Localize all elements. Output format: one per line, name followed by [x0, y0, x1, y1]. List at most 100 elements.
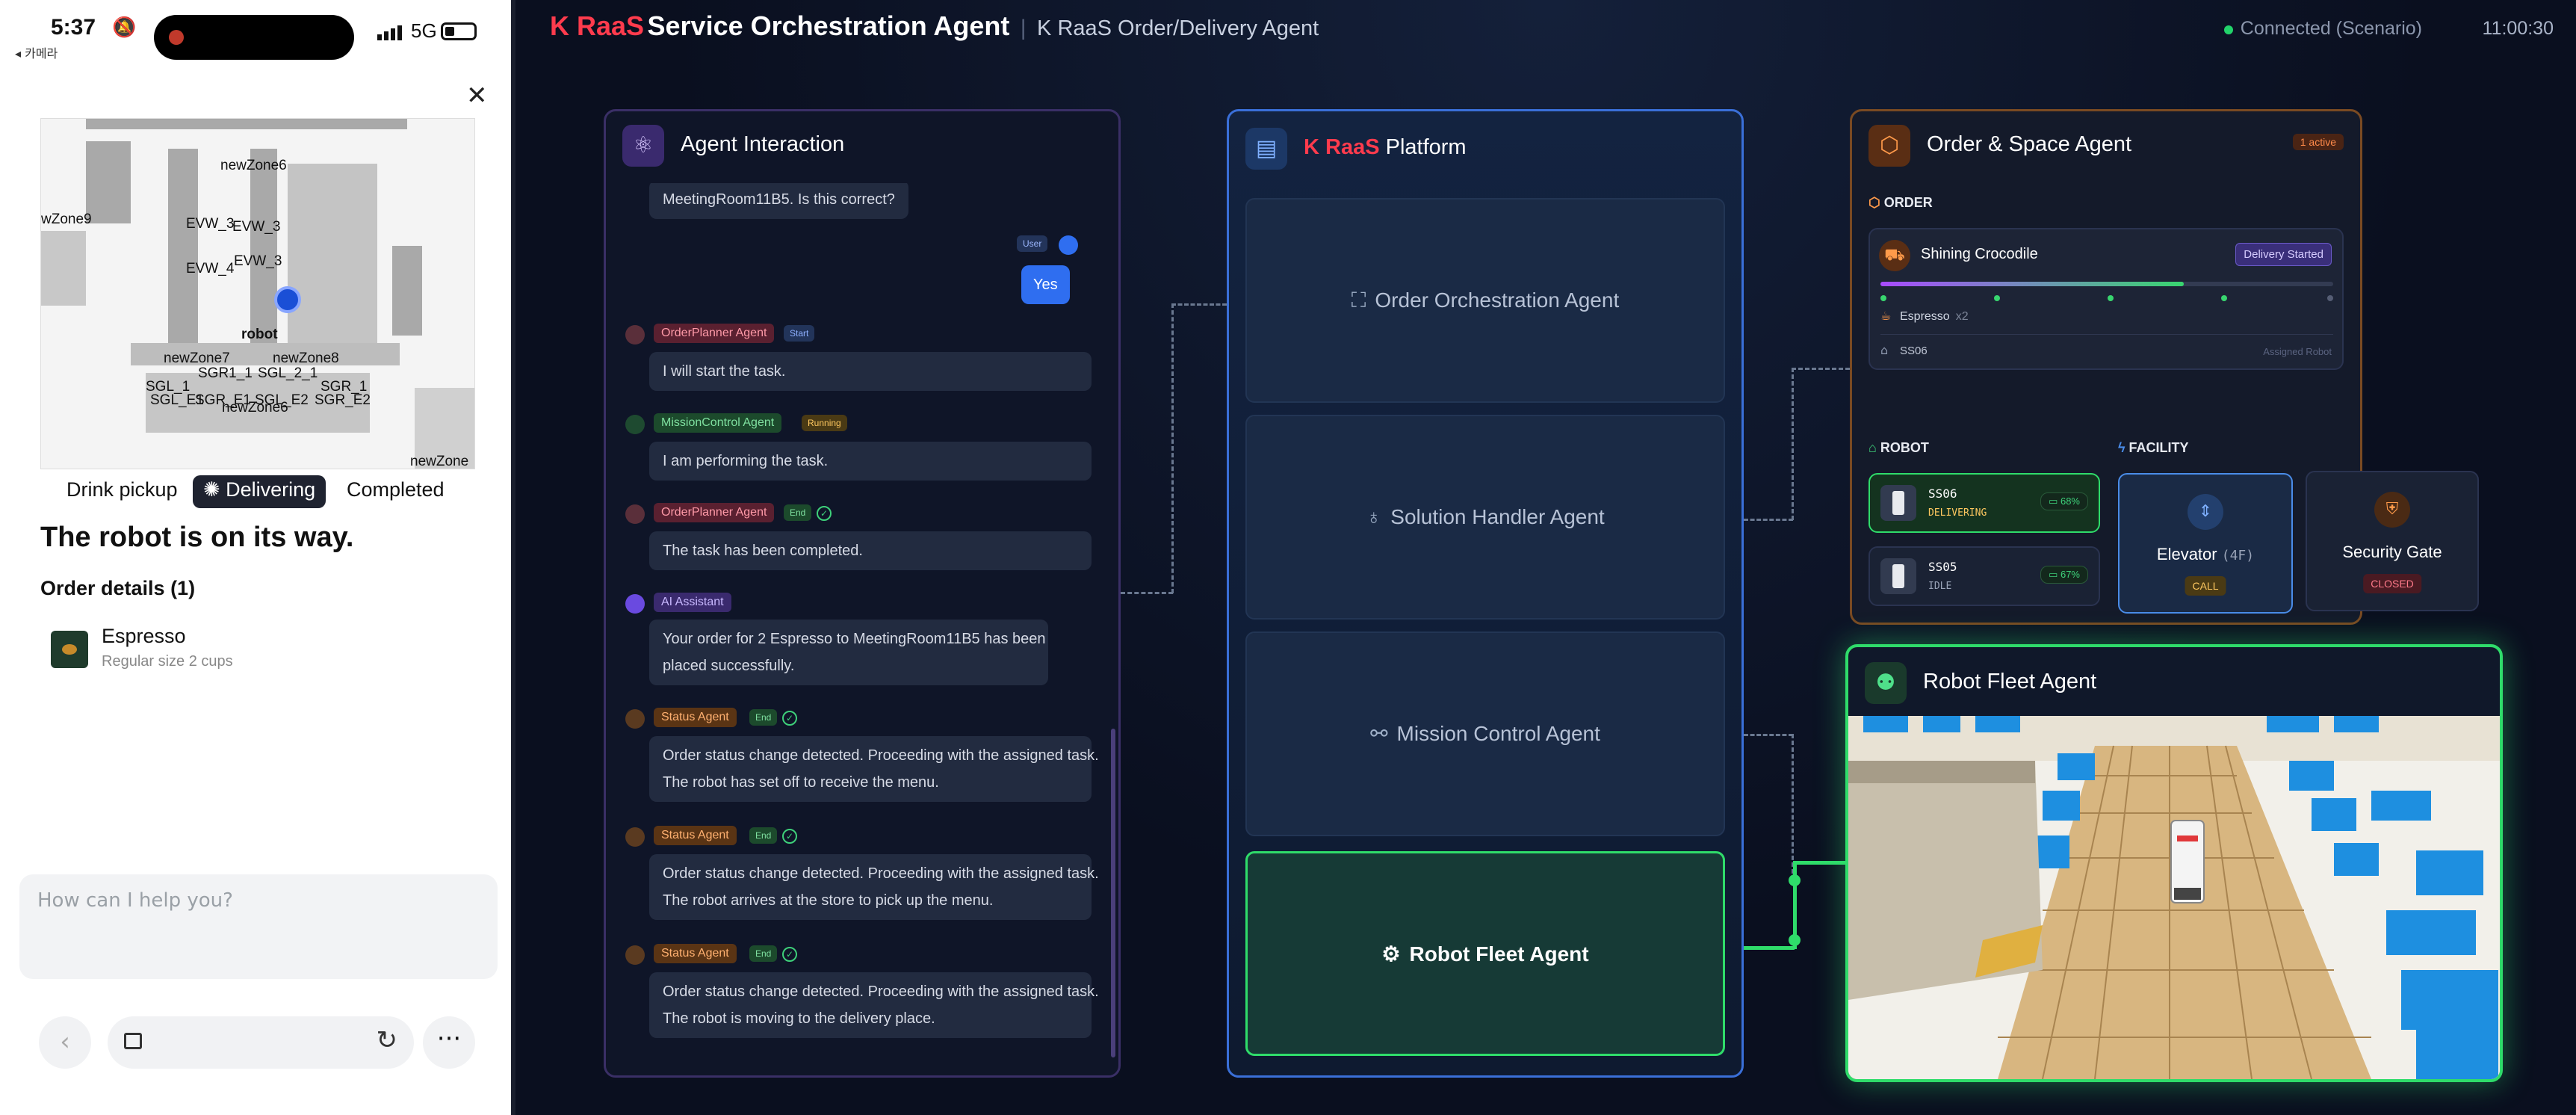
back-to-app-link[interactable]: ◂ 카메라 [15, 43, 58, 61]
check-icon: ✓ [782, 711, 797, 726]
progress-step-dot [1994, 295, 2000, 301]
map-label: SGL_2_1 [258, 365, 318, 381]
order-progress-bar [1880, 282, 2333, 286]
app-title: Service Orchestration Agent [647, 10, 1010, 41]
agent-card-mission-control[interactable]: ⚯ Mission Control Agent [1245, 631, 1725, 836]
connector-line [1792, 368, 1794, 520]
tabs-icon[interactable] [124, 1033, 142, 1049]
chat-placeholder: How can I help you? [37, 889, 233, 912]
chat-log[interactable]: MeetingRoom11B5. Is this correct? User Y… [606, 183, 1118, 1075]
connector-line [1792, 368, 1850, 370]
coffee-icon: ☕ [1880, 309, 1892, 323]
connector-node-icon [1789, 934, 1801, 946]
facility-card-elevator[interactable]: ⇕ Elevator (4F) CALL [2118, 473, 2293, 614]
agent-tag: MissionControl Agent [654, 413, 782, 433]
chat-scrollbar[interactable] [1111, 729, 1115, 1057]
clock: 11:00:30 [2482, 18, 2554, 39]
agent-tag: OrderPlanner Agent [654, 503, 775, 522]
message-bubble: Order status change detected. Proceeding… [649, 736, 1099, 802]
message-bubble: Your order for 2 Espresso to MeetingRoom… [649, 620, 1048, 685]
panel-title: K RaaS Platform [1304, 135, 1467, 160]
facility-name: Security Gate [2342, 543, 2442, 561]
panel-title: Agent Interaction [681, 132, 845, 156]
agent-avatar-icon [625, 415, 645, 434]
chat-input[interactable]: How can I help you? [19, 874, 498, 979]
floor-map[interactable]: newZone6 wZone9 EVW_3 EVW_3 EVW_3 EVW_4 … [40, 118, 475, 469]
order-card[interactable]: ⛟ Shining Crocodile Delivery Started ☕ E… [1868, 228, 2344, 370]
ai-assistant-avatar-icon [625, 594, 645, 614]
assigned-robot-label: Assigned Robot [2263, 346, 2332, 357]
back-arrow-icon[interactable]: ‹ [39, 1016, 91, 1069]
robot-card-ss05[interactable]: SS05 IDLE ▭ 67% [1868, 546, 2100, 606]
agent-card-order-orchestration[interactable]: ⛶ Order Orchestration Agent [1245, 198, 1725, 403]
spinner-icon: ✺ [203, 478, 226, 501]
platform-panel: ▤ K RaaS Platform ⛶ Order Orchestration A… [1227, 109, 1744, 1078]
close-icon[interactable]: ✕ [466, 81, 488, 111]
state-badge: End [749, 945, 778, 962]
progress-step-dot [1880, 295, 1886, 301]
tab-drink-pickup[interactable]: Drink pickup [66, 478, 178, 501]
user-message-bubble: Yes [1021, 265, 1070, 304]
reload-icon[interactable]: ↻ [377, 1025, 398, 1055]
customer-name: Shining Crocodile [1921, 246, 2038, 262]
map-label: EVW_3 [234, 253, 282, 269]
agent-tag: Status Agent [654, 708, 737, 727]
map-label: SGR_1 [321, 379, 368, 395]
facility-section-heading: ϟ FACILITY [2118, 440, 2189, 455]
robot-card-ss06[interactable]: SS06 DELIVERING ▭ 68% [1868, 473, 2100, 533]
agent-avatar-icon [625, 325, 645, 345]
more-options-icon[interactable]: ··· [423, 1016, 475, 1069]
agent-avatar-icon [625, 827, 645, 847]
message-bubble: MeetingRoom11B5. Is this correct? [649, 183, 908, 219]
robot-3d-view[interactable] [1848, 716, 2500, 1079]
state-badge: Start [784, 325, 815, 342]
agent-avatar-icon [625, 709, 645, 729]
robot-id: SS06 [1928, 487, 1957, 501]
agent-card-robot-fleet[interactable]: ⚙ Robot Fleet Agent [1245, 851, 1725, 1056]
agent-tag: OrderPlanner Agent [654, 324, 775, 343]
order-details-heading: Order details (1) [40, 577, 196, 599]
tab-delivering[interactable]: ✺ Delivering [193, 475, 326, 508]
route-icon: ⚯ [1370, 722, 1388, 745]
tab-delivering-label: Delivering [226, 478, 316, 501]
delivery-headline: The robot is on its way. [40, 522, 354, 553]
elevator-icon: ⇕ [2188, 494, 2223, 530]
message-bubble: I am performing the task. [649, 442, 1092, 481]
address-bar[interactable]: ↻ [108, 1016, 414, 1069]
robot-small-icon: ⌂ [1880, 343, 1889, 357]
battery-badge: ▭ 68% [2040, 492, 2088, 510]
agent-card-solution-handler[interactable]: ♁ Solution Handler Agent [1245, 415, 1725, 620]
phone-app: 5:37 🔕 5G ◂ 카메라 ✕ newZone6 wZone9 EVW_3 [0, 0, 515, 1115]
status-bar: 5:37 🔕 5G ◂ 카메라 [0, 0, 511, 67]
facility-card-security-gate[interactable]: ⛨ Security Gate CLOSED [2306, 471, 2479, 611]
espresso-thumbnail-icon [51, 631, 88, 668]
platform-title: Platform [1385, 135, 1467, 159]
connector-line [1171, 303, 1174, 593]
screen: 5:37 🔕 5G ◂ 카메라 ✕ newZone6 wZone9 EVW_3 [0, 0, 2576, 1115]
robot-status: DELIVERING [1928, 507, 1987, 519]
tab-completed[interactable]: Completed [347, 478, 445, 501]
state-badge: End [749, 827, 778, 844]
recording-dot-icon [169, 30, 184, 45]
user-tag: User [1017, 235, 1048, 252]
shield-icon: ⛨ [2374, 492, 2410, 528]
state-badge: Running [802, 415, 847, 431]
facility-state-badge: CALL [2185, 576, 2226, 596]
connection-label: Connected (Scenario) [2240, 18, 2422, 39]
user-avatar-icon [1059, 235, 1078, 255]
hierarchy-icon: ⛶ [1351, 288, 1366, 312]
mute-bell-icon: 🔕 [112, 16, 137, 39]
layout-icon: ▤ [1245, 128, 1287, 170]
robot-thumbnail-icon [1880, 558, 1916, 594]
page-title: K RaaS Service Orchestration Agent | K R… [550, 10, 1319, 48]
agent-interaction-panel: ⚛ Agent Interaction MeetingRoom11B5. Is … [604, 109, 1121, 1078]
active-connector-line [1793, 861, 1845, 865]
map-label: newZone8 [273, 350, 339, 366]
warehouse-scene [1848, 716, 2500, 1079]
check-icon: ✓ [817, 506, 832, 521]
robot-id: SS05 [1928, 560, 1957, 574]
robot-marker-icon[interactable] [274, 286, 301, 313]
map-label: EVW_3 [232, 219, 281, 235]
dynamic-island [154, 15, 354, 60]
title-divider: | [1020, 16, 1027, 40]
